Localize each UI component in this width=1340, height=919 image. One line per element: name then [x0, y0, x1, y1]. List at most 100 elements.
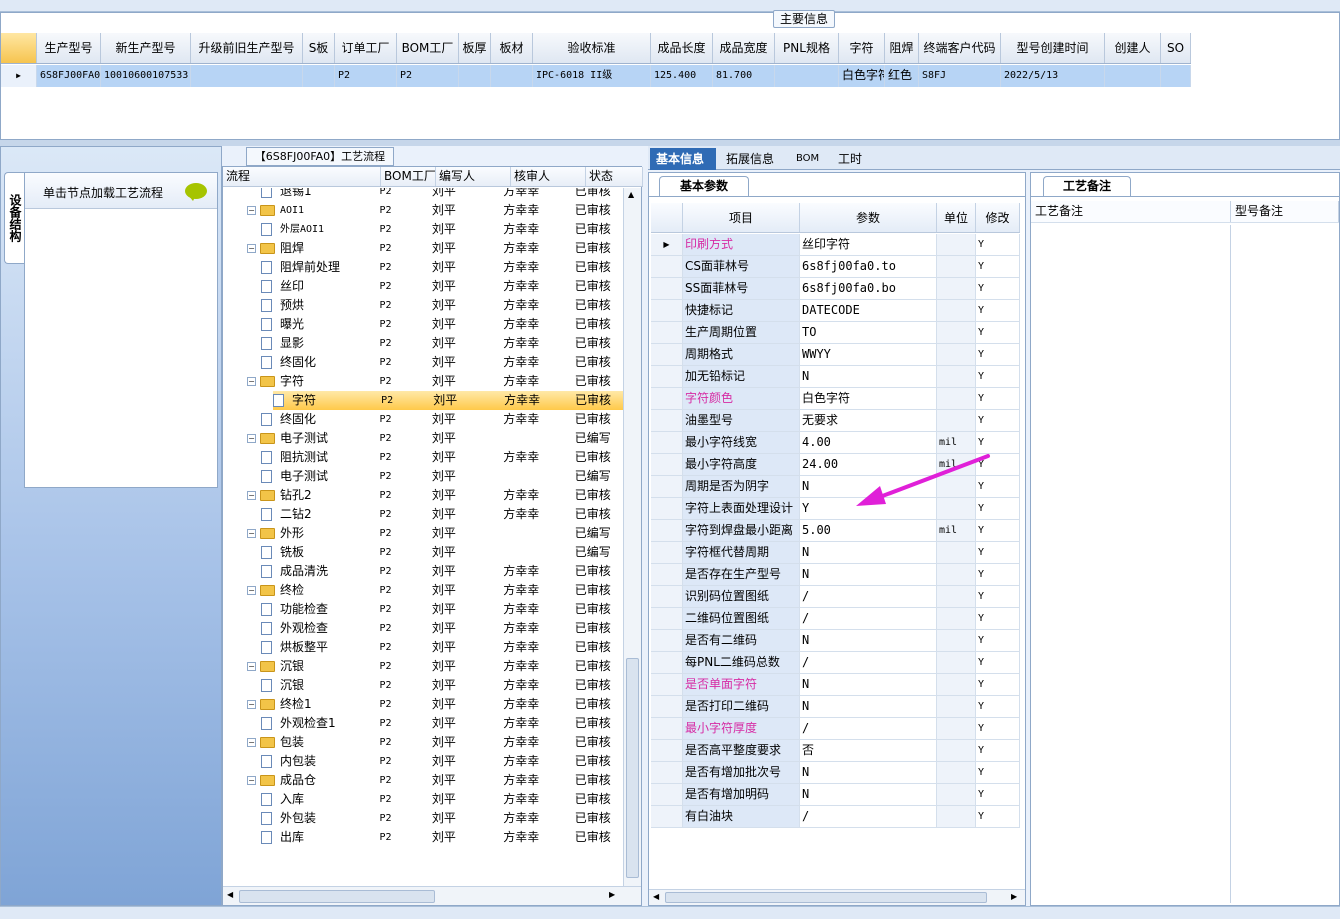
tree-col-header[interactable]: BOM工厂: [381, 167, 436, 186]
collapse-icon[interactable]: −: [247, 586, 256, 595]
scroll-right-arrow-icon[interactable]: ▶: [609, 890, 615, 899]
main-cell[interactable]: [1161, 65, 1191, 87]
tree-node[interactable]: 字符: [273, 391, 375, 410]
param-modify[interactable]: Y: [976, 696, 1020, 717]
collapse-icon[interactable]: −: [247, 776, 256, 785]
collapse-icon[interactable]: −: [247, 662, 256, 671]
params-horizontal-scrollbar[interactable]: ◀ ▶: [649, 889, 1025, 905]
tree-node[interactable]: − 字符: [223, 372, 373, 391]
collapse-icon[interactable]: −: [247, 244, 256, 253]
param-value[interactable]: N: [800, 542, 937, 563]
tab-bom[interactable]: BOM: [790, 148, 820, 170]
tree-row[interactable]: 字符 P2 刘平 方幸幸 已审核: [273, 391, 623, 410]
row-indicator-icon[interactable]: [651, 454, 683, 475]
main-grid-row[interactable]: ▶ 6S8FJ00FA0 10010600107533 P2 P2 IPC-6018 II…: [1, 65, 1191, 87]
tree-node[interactable]: 阻焊前处理: [223, 258, 373, 277]
main-cell[interactable]: IPC-6018 II级: [533, 65, 651, 87]
param-row[interactable]: 是否存在生产型号 N Y: [651, 564, 1020, 586]
param-row[interactable]: 是否单面字符 N Y: [651, 674, 1020, 696]
row-indicator-icon[interactable]: [651, 784, 683, 805]
tree-node[interactable]: 显影: [223, 334, 373, 353]
tree-row[interactable]: 入库 P2 刘平 方幸幸 已审核: [223, 790, 623, 809]
tree-vertical-scrollbar[interactable]: ▲: [623, 188, 641, 886]
param-value[interactable]: /: [800, 806, 937, 827]
param-value[interactable]: /: [800, 652, 937, 673]
tree-row[interactable]: − 电子测试 P2 刘平 已编写: [223, 429, 623, 448]
param-row[interactable]: 每PNL二维码总数 / Y: [651, 652, 1020, 674]
main-col-header[interactable]: 新生产型号: [101, 33, 191, 63]
main-col-header[interactable]: 成品长度: [651, 33, 713, 63]
param-row[interactable]: 是否有增加明码 N Y: [651, 784, 1020, 806]
tree-row[interactable]: 丝印 P2 刘平 方幸幸 已审核: [223, 277, 623, 296]
param-modify[interactable]: Y: [976, 652, 1020, 673]
tree-scroll-thumb[interactable]: [626, 658, 639, 878]
tab-hours[interactable]: 工时: [832, 148, 868, 170]
tree-row[interactable]: 外观检查1 P2 刘平 方幸幸 已审核: [223, 714, 623, 733]
row-indicator-icon[interactable]: [651, 498, 683, 519]
tree-row[interactable]: − AOI1 P2 刘平 方幸幸 已审核: [223, 201, 623, 220]
row-indicator-icon[interactable]: [651, 300, 683, 321]
param-value[interactable]: N: [800, 762, 937, 783]
row-indicator-icon[interactable]: [651, 278, 683, 299]
row-indicator-icon[interactable]: [651, 344, 683, 365]
tree-row[interactable]: − 外形 P2 刘平 已编写: [223, 524, 623, 543]
row-indicator-icon[interactable]: [651, 630, 683, 651]
main-cell[interactable]: [191, 65, 303, 87]
param-modify[interactable]: Y: [976, 234, 1020, 255]
collapse-icon[interactable]: −: [247, 491, 256, 500]
param-row[interactable]: SS面菲林号 6s8fj00fa0.bo Y: [651, 278, 1020, 300]
tree-row[interactable]: 二钻2 P2 刘平 方幸幸 已审核: [223, 505, 623, 524]
main-cell[interactable]: P2: [397, 65, 459, 87]
param-value[interactable]: N: [800, 564, 937, 585]
tree-node[interactable]: 入库: [223, 790, 373, 809]
tree-hscroll-thumb[interactable]: [239, 890, 435, 903]
tree-row[interactable]: 沉银 P2 刘平 方幸幸 已审核: [223, 676, 623, 695]
tree-row[interactable]: 阻焊前处理 P2 刘平 方幸幸 已审核: [223, 258, 623, 277]
param-modify[interactable]: Y: [976, 784, 1020, 805]
param-modify[interactable]: Y: [976, 388, 1020, 409]
tree-node[interactable]: − 包装: [223, 733, 373, 752]
tree-node[interactable]: 预烘: [223, 296, 373, 315]
param-value[interactable]: 白色字符: [800, 388, 937, 409]
row-indicator-icon[interactable]: [651, 476, 683, 497]
tree-node[interactable]: − AOI1: [223, 201, 373, 220]
tree-node[interactable]: 铣板: [223, 543, 373, 562]
row-indicator-icon[interactable]: [651, 608, 683, 629]
main-col-header[interactable]: 字符: [839, 33, 885, 63]
param-value[interactable]: N: [800, 630, 937, 651]
tree-node[interactable]: 终固化: [223, 353, 373, 372]
tree-row[interactable]: − 终检 P2 刘平 方幸幸 已审核: [223, 581, 623, 600]
param-modify[interactable]: Y: [976, 410, 1020, 431]
param-row[interactable]: 识别码位置图纸 / Y: [651, 586, 1020, 608]
tree-node[interactable]: 终固化: [223, 410, 373, 429]
tree-row[interactable]: − 成品仓 P2 刘平 方幸幸 已审核: [223, 771, 623, 790]
row-indicator-icon[interactable]: [651, 762, 683, 783]
tree-row[interactable]: 预烘 P2 刘平 方幸幸 已审核: [223, 296, 623, 315]
tree-horizontal-scrollbar[interactable]: ◀ ▶: [223, 886, 641, 905]
param-modify[interactable]: Y: [976, 520, 1020, 541]
tree-row[interactable]: − 阻焊 P2 刘平 方幸幸 已审核: [223, 239, 623, 258]
tree-node[interactable]: 曝光: [223, 315, 373, 334]
param-modify[interactable]: Y: [976, 586, 1020, 607]
main-cell[interactable]: 125.400: [651, 65, 713, 87]
tree-row[interactable]: − 钻孔2 P2 刘平 方幸幸 已审核: [223, 486, 623, 505]
collapse-icon[interactable]: −: [247, 434, 256, 443]
tree-node[interactable]: 外包装: [223, 809, 373, 828]
scroll-left-arrow-icon[interactable]: ◀: [653, 892, 659, 901]
param-value[interactable]: WWYY: [800, 344, 937, 365]
row-indicator-icon[interactable]: ▶: [651, 234, 683, 255]
param-modify[interactable]: Y: [976, 608, 1020, 629]
param-row[interactable]: 快捷标记 DATECODE Y: [651, 300, 1020, 322]
param-modify[interactable]: Y: [976, 674, 1020, 695]
main-cell[interactable]: S8FJ: [919, 65, 1001, 87]
param-value[interactable]: 无要求: [800, 410, 937, 431]
param-row[interactable]: ▶ 印刷方式 丝印字符 Y: [651, 234, 1020, 256]
main-col-header[interactable]: 成品宽度: [713, 33, 775, 63]
row-indicator-icon[interactable]: [651, 586, 683, 607]
param-row[interactable]: 字符框代替周期 N Y: [651, 542, 1020, 564]
tree-node[interactable]: − 钻孔2: [223, 486, 373, 505]
tree-row[interactable]: 内包装 P2 刘平 方幸幸 已审核: [223, 752, 623, 771]
tree-row[interactable]: 终固化 P2 刘平 方幸幸 已审核: [223, 410, 623, 429]
tree-col-header[interactable]: 状态: [586, 167, 643, 186]
param-modify[interactable]: Y: [976, 322, 1020, 343]
